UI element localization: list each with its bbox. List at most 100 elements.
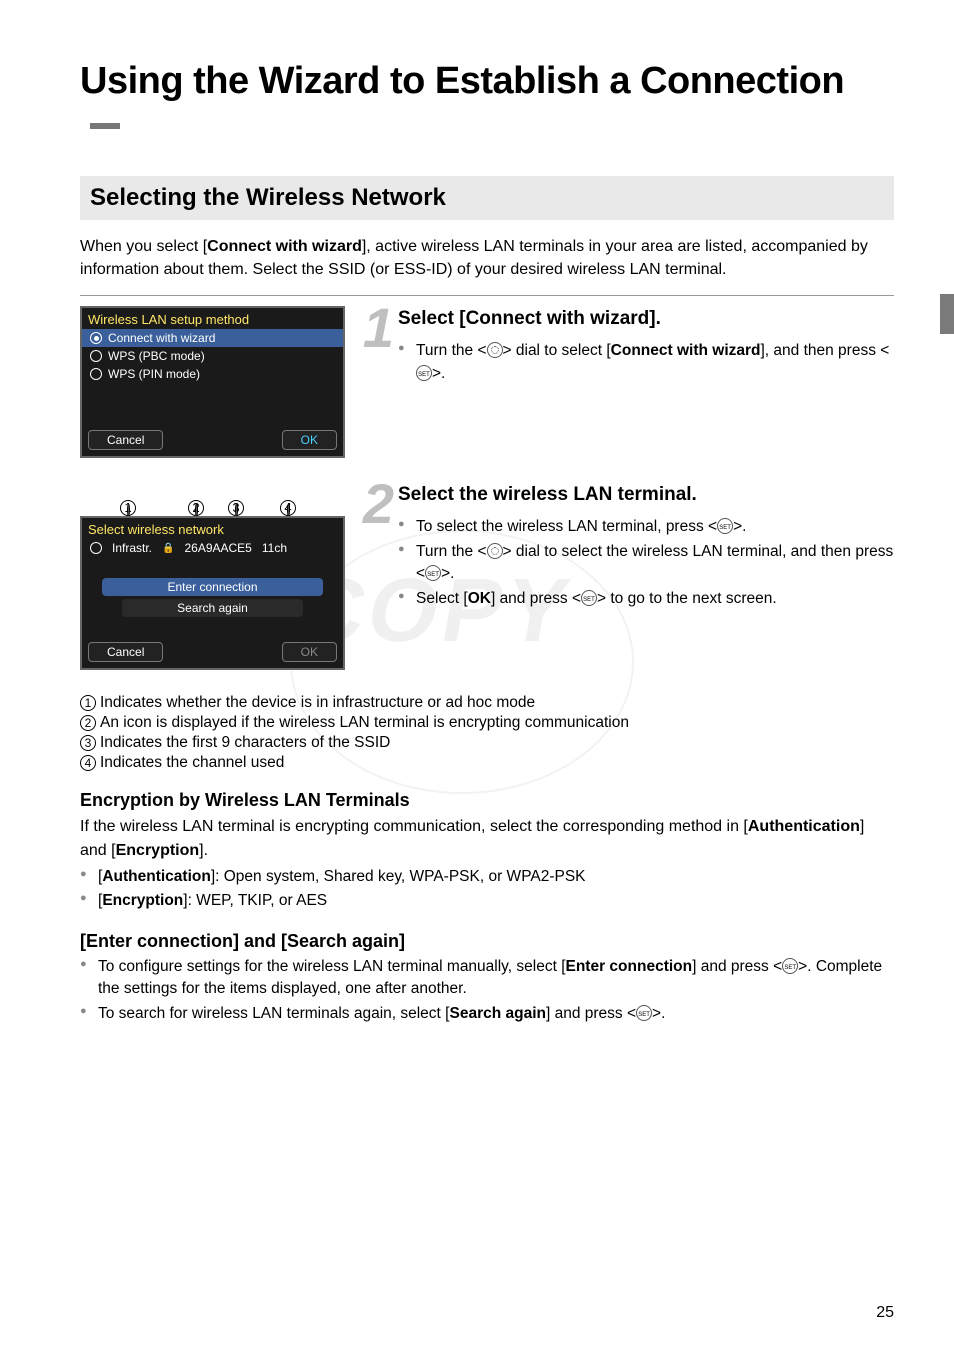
legend-2: 2An icon is displayed if the wireless LA… (80, 714, 894, 732)
step-1: Wireless LAN setup method Connect with w… (80, 306, 894, 464)
t: > dial to select [ (503, 342, 611, 359)
legend-4-text: Indicates the channel used (100, 754, 284, 771)
step-2: 1 2 3 4 Select wireless network Infrastr… (80, 482, 894, 676)
legend-2-text: An icon is displayed if the wireless LAN… (100, 714, 629, 731)
section-heading: Selecting the Wireless Network (80, 176, 894, 220)
intro-text-a: When you select [ (80, 238, 207, 255)
legend-3-text: Indicates the first 9 characters of the … (100, 734, 390, 751)
t: ], and then press < (761, 342, 890, 359)
t: OK (468, 590, 491, 607)
cnum-3-icon: 3 (80, 735, 96, 751)
radio-icon (90, 368, 102, 380)
edge-tab (940, 294, 954, 334)
cam2-search-again: Search again (122, 599, 303, 617)
cam2-enter-connection: Enter connection (102, 578, 323, 596)
step1-heading: Select [Connect with wizard]. (398, 308, 894, 330)
t: ]. (199, 842, 208, 859)
t: To select the wireless LAN terminal, pre… (416, 518, 717, 535)
cam1-opt2-label: WPS (PBC mode) (108, 349, 205, 363)
camera-screen-2: Select wireless network Infrastr. 🔒 26A9… (80, 516, 345, 670)
t: Select [ (416, 590, 468, 607)
cnum-1-icon: 1 (80, 695, 96, 711)
encryption-paragraph: If the wireless LAN terminal is encrypti… (80, 815, 894, 861)
t: Encryption (116, 842, 200, 859)
enc-bullet-2: [Encryption]: WEP, TKIP, or AES (80, 890, 894, 912)
intro-paragraph: When you select [Connect with wizard], a… (80, 235, 894, 281)
lock-icon: 🔒 (162, 543, 174, 554)
set-icon (425, 565, 441, 581)
enc-bullet-1: [Authentication]: Open system, Shared ke… (80, 866, 894, 888)
legend-3: 3Indicates the first 9 characters of the… (80, 734, 894, 752)
t: ]: WEP, TKIP, or AES (183, 892, 327, 909)
cam1-option-wps-pbc: WPS (PBC mode) (82, 347, 343, 365)
callout-indicators: 1 2 3 4 (80, 486, 345, 516)
camera-screen-1: Wireless LAN setup method Connect with w… (80, 306, 345, 458)
set-icon (636, 1005, 652, 1021)
cnum-4-icon: 4 (80, 755, 96, 771)
page-number: 25 (876, 1304, 894, 1322)
t: ] and press < (491, 590, 581, 607)
t: To search for wireless LAN terminals aga… (98, 1005, 449, 1022)
step1-bullet-1: Turn the < > dial to select [Connect with… (398, 340, 894, 385)
step2-bullet-3: Select [OK] and press < > to go to the ne… (398, 588, 894, 610)
cam2-ssid: 26A9AACE5 (184, 541, 251, 555)
t: >. (733, 518, 746, 535)
enter-search-heading: [Enter connection] and [Search again] (80, 931, 894, 952)
set-icon (581, 590, 597, 606)
t: Authentication (748, 818, 860, 835)
encryption-heading: Encryption by Wireless LAN Terminals (80, 790, 894, 811)
es-bullet-1: To configure settings for the wireless L… (80, 956, 894, 1001)
radio-icon (90, 542, 102, 554)
radio-icon (90, 350, 102, 362)
set-icon (416, 365, 432, 381)
dial-icon (487, 543, 503, 559)
cam1-cancel-button: Cancel (88, 430, 163, 450)
step2-bullet-2: Turn the <> dial to select the wireless … (398, 541, 894, 586)
t: ] and press < (692, 958, 782, 975)
t: Authentication (102, 868, 211, 885)
cam2-cancel-button: Cancel (88, 642, 163, 662)
intro-bold: Connect with wizard (207, 238, 362, 255)
page-title-text: Using the Wizard to Establish a Connecti… (80, 60, 844, 102)
t: Turn the < (416, 543, 487, 560)
t: >. (441, 565, 454, 582)
step-number-1: 1 (345, 306, 390, 351)
cam2-ok-button: OK (282, 642, 337, 662)
cnum-2-icon: 2 (80, 715, 96, 731)
t: To configure settings for the wireless L… (98, 958, 566, 975)
t: Turn the < (416, 342, 487, 359)
cam1-option-wps-pin: WPS (PIN mode) (82, 365, 343, 383)
t: >. (652, 1005, 665, 1022)
step-number-2: 2 (345, 482, 390, 527)
t: If the wireless LAN terminal is encrypti… (80, 818, 748, 835)
step2-heading: Select the wireless LAN terminal. (398, 484, 894, 506)
cam1-title: Wireless LAN setup method (82, 308, 343, 329)
es-bullet-2: To search for wireless LAN terminals aga… (80, 1003, 894, 1025)
cam2-mode: Infrastr. (112, 541, 152, 555)
cam1-option-wizard: Connect with wizard (82, 329, 343, 347)
t: > to go to the next screen. (597, 590, 777, 607)
title-rule-icon (90, 123, 120, 129)
t: Connect with wizard (611, 342, 761, 359)
cam2-channel: 11ch (262, 541, 287, 555)
set-icon (717, 518, 733, 534)
page-title: Using the Wizard to Establish a Connecti… (80, 60, 894, 146)
t: Enter connection (566, 958, 693, 975)
step2-bullet-1: To select the wireless LAN terminal, pre… (398, 516, 894, 538)
separator (80, 295, 894, 296)
legend-1: 1Indicates whether the device is in infr… (80, 694, 894, 712)
dial-icon (487, 342, 503, 358)
t: Encryption (102, 892, 183, 909)
cam1-ok-button: OK (282, 430, 337, 450)
t: Search again (449, 1005, 546, 1022)
legend-1-text: Indicates whether the device is in infra… (100, 694, 535, 711)
t: ]: Open system, Shared key, WPA-PSK, or … (211, 868, 586, 885)
callout-legend: 1Indicates whether the device is in infr… (80, 694, 894, 772)
cam2-network-row: Infrastr. 🔒 26A9AACE5 11ch (82, 539, 343, 557)
cam1-opt1-label: Connect with wizard (108, 331, 215, 345)
t: ] and press < (546, 1005, 636, 1022)
radio-selected-icon (90, 332, 102, 344)
legend-4: 4Indicates the channel used (80, 754, 894, 772)
cam1-opt3-label: WPS (PIN mode) (108, 367, 200, 381)
cam2-title: Select wireless network (82, 518, 343, 539)
